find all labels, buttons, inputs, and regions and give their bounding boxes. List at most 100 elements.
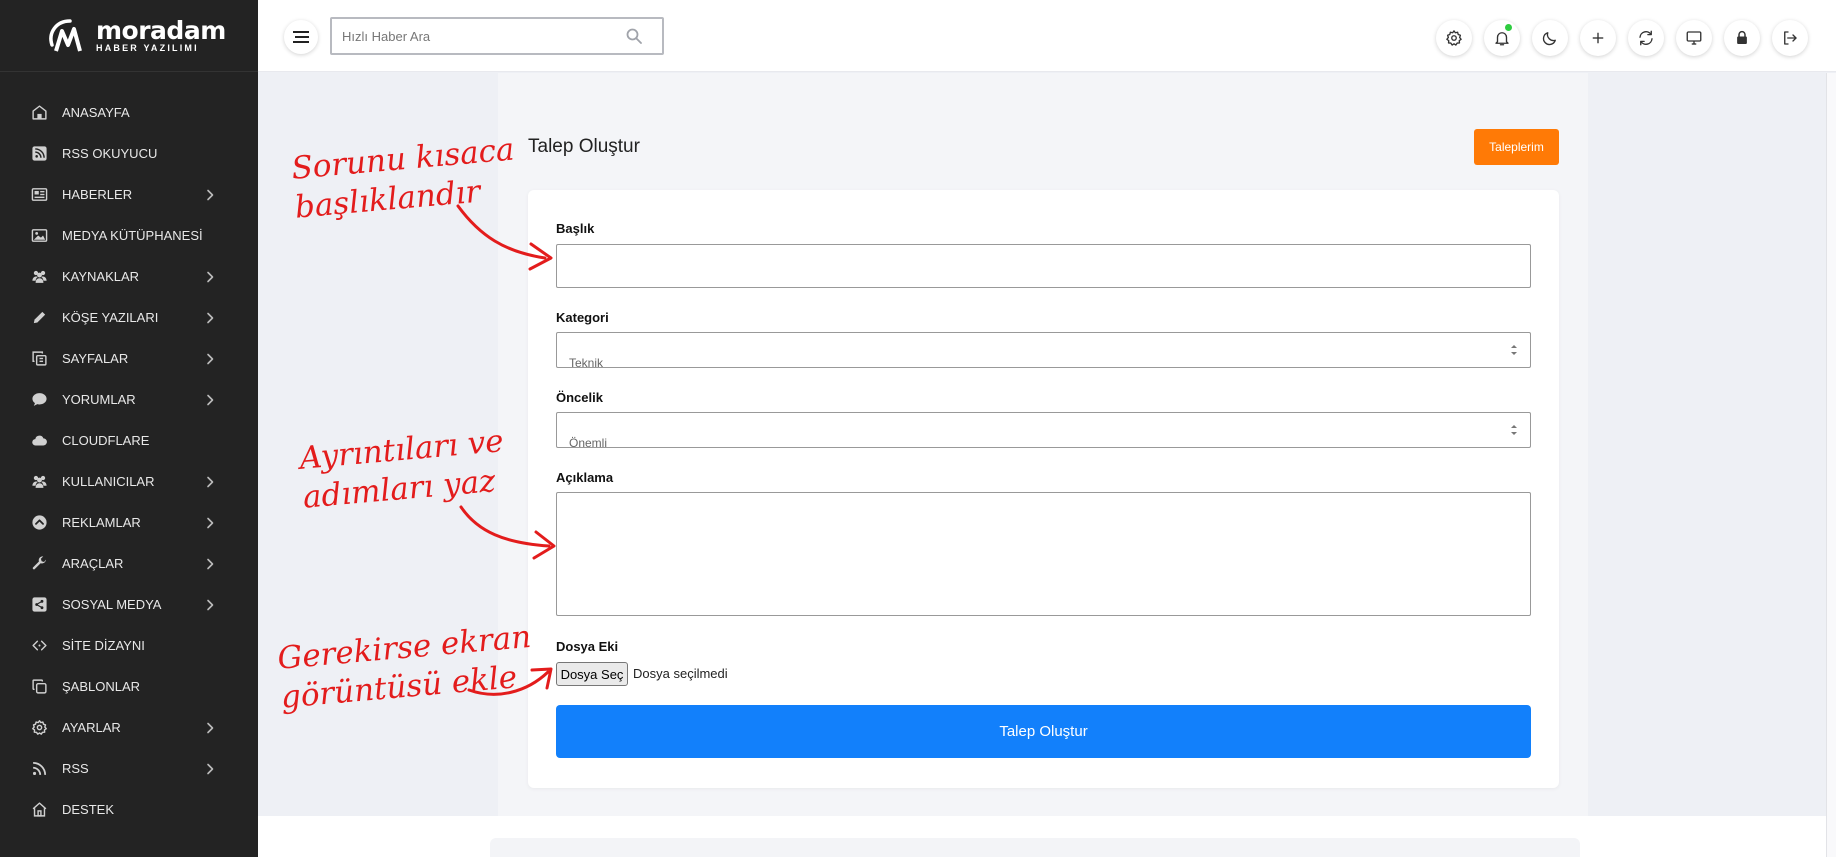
newspaper-icon xyxy=(30,186,48,204)
users-icon xyxy=(30,268,48,286)
lock-button[interactable] xyxy=(1724,20,1760,56)
topbar-actions xyxy=(1424,20,1808,56)
sidebar-item-label: DESTEK xyxy=(62,802,115,817)
plus-icon xyxy=(1592,32,1604,44)
notifications-button[interactable] xyxy=(1484,20,1520,56)
settings-button[interactable] xyxy=(1436,20,1472,56)
sidebar-item-destek[interactable]: DESTEK xyxy=(0,789,258,830)
users-icon xyxy=(30,473,48,491)
sidebar-item-anasayfa[interactable]: ANASAYFA xyxy=(0,92,258,133)
submit-request-button[interactable]: Talep Oluştur xyxy=(556,705,1531,758)
pencil-icon xyxy=(30,309,48,327)
category-selected-value: Teknik xyxy=(569,356,604,368)
choose-file-button[interactable]: Dosya Seç xyxy=(556,662,628,686)
sidebar-item-ara-lar[interactable]: ARAÇLAR xyxy=(0,543,258,584)
sidebar-item-si-te-di-zayni[interactable]: SİTE DİZAYNI xyxy=(0,625,258,666)
sidebar-item-label: SOSYAL MEDYA xyxy=(62,597,162,612)
sidebar-item-label: HABERLER xyxy=(62,187,133,202)
dark-mode-button[interactable] xyxy=(1532,20,1568,56)
sidebar-item-label: SAYFALAR xyxy=(62,351,129,366)
sidebar-item-reklamlar[interactable]: REKLAMLAR xyxy=(0,502,258,543)
description-textarea[interactable] xyxy=(557,493,1530,615)
sidebar-nav: ANASAYFA RSS OKUYUCU HABERLER MEDYA KÜTÜPHA… xyxy=(0,92,258,830)
file-status-text: Dosya seçilmedi xyxy=(633,666,728,681)
hamburger-icon xyxy=(293,31,309,43)
chevron-right-icon xyxy=(207,517,214,528)
sidebar-item-k-e-yazilari[interactable]: KÖŞE YAZILARI xyxy=(0,297,258,338)
chevron-right-icon xyxy=(207,189,214,200)
code-icon xyxy=(30,637,48,655)
sidebar-item-kaynaklar[interactable]: KAYNAKLAR xyxy=(0,256,258,297)
description-hint-annotation: Ayrıntıları ve adımları yaz xyxy=(298,422,509,518)
sidebar-item-label: KAYNAKLAR xyxy=(62,269,140,284)
quick-search xyxy=(330,17,664,55)
attachment-label: Dosya Eki xyxy=(556,639,619,654)
add-button[interactable] xyxy=(1580,20,1616,56)
image-icon xyxy=(30,227,48,245)
sidebar-item-label: REKLAMLAR xyxy=(62,515,141,530)
chevron-right-icon xyxy=(207,599,214,610)
comment-icon xyxy=(30,391,48,409)
sidebar-item-label: KÖŞE YAZILARI xyxy=(62,310,159,325)
select-arrows-icon xyxy=(1511,345,1517,355)
page-scrollbar[interactable] xyxy=(1826,73,1836,857)
sidebar-item-kullanicilar[interactable]: KULLANICILAR xyxy=(0,461,258,502)
home-outline-icon xyxy=(30,801,48,819)
sidebar-item-haberler[interactable]: HABERLER xyxy=(0,174,258,215)
my-requests-button[interactable]: Taleplerim xyxy=(1474,129,1559,165)
sidebar-item-ablonlar[interactable]: ŞABLONLAR xyxy=(0,666,258,707)
home-icon xyxy=(30,104,48,122)
sidebar-item-label: RSS xyxy=(62,761,89,776)
title-input[interactable] xyxy=(557,245,1530,287)
sidebar-item-medya-k-t-phanesi[interactable]: MEDYA KÜTÜPHANESİ xyxy=(0,215,258,256)
search-icon[interactable] xyxy=(626,28,642,44)
logout-button[interactable] xyxy=(1772,20,1808,56)
sidebar-item-label: AYARLAR xyxy=(62,720,121,735)
chevron-right-icon xyxy=(207,558,214,569)
priority-selected-value: Önemli xyxy=(569,436,608,448)
rss-icon xyxy=(30,760,48,778)
view-site-button[interactable] xyxy=(1676,20,1712,56)
sidebar-item-label: KULLANICILAR xyxy=(62,474,155,489)
sidebar: moradam HABER YAZILIMI ANASAYFA RSS OKUYU… xyxy=(0,0,258,857)
sidebar-item-label: RSS OKUYUCU xyxy=(62,146,158,161)
copy-icon xyxy=(30,350,48,368)
priority-select[interactable]: Önemli xyxy=(556,412,1531,448)
lock-icon xyxy=(1737,30,1747,44)
priority-label: Öncelik xyxy=(556,390,603,405)
sidebar-item-rss-okuyucu[interactable]: RSS OKUYUCU xyxy=(0,133,258,174)
sidebar-item-label: SİTE DİZAYNI xyxy=(62,638,145,653)
chevron-right-icon xyxy=(207,353,214,364)
sidebar-item-sayfalar[interactable]: SAYFALAR xyxy=(0,338,258,379)
cloud-icon xyxy=(30,432,48,450)
page-title: Talep Oluştur xyxy=(528,136,640,157)
logout-icon xyxy=(1784,31,1797,45)
title-label: Başlık xyxy=(556,221,595,236)
description-label: Açıklama xyxy=(556,470,614,485)
share-icon xyxy=(30,596,48,614)
sidebar-item-ayarlar[interactable]: AYARLAR xyxy=(0,707,258,748)
category-label: Kategori xyxy=(556,310,609,325)
sidebar-item-cloudflare[interactable]: CLOUDFLARE xyxy=(0,420,258,461)
search-input[interactable] xyxy=(332,19,612,53)
sidebar-item-label: ANASAYFA xyxy=(62,105,130,120)
monitor-icon xyxy=(1686,31,1702,45)
brand-logo[interactable]: moradam HABER YAZILIMI xyxy=(0,0,258,72)
description-field xyxy=(556,492,1531,616)
sidebar-item-rss[interactable]: RSS xyxy=(0,748,258,789)
brand-subtitle: HABER YAZILIMI xyxy=(96,43,199,53)
menu-toggle-button[interactable] xyxy=(284,20,318,54)
category-select[interactable]: Teknik xyxy=(556,332,1531,368)
refresh-button[interactable] xyxy=(1628,20,1664,56)
sidebar-item-label: CLOUDFLARE xyxy=(62,433,150,448)
gear-icon xyxy=(30,719,48,737)
moon-icon xyxy=(1542,32,1556,46)
clone-icon xyxy=(30,678,48,696)
footer-card xyxy=(490,838,1580,857)
sidebar-item-sosyal-medya[interactable]: SOSYAL MEDYA xyxy=(0,584,258,625)
chevron-right-icon xyxy=(207,722,214,733)
sidebar-item-yorumlar[interactable]: YORUMLAR xyxy=(0,379,258,420)
ad-circle-icon xyxy=(30,514,48,532)
refresh-icon xyxy=(1639,30,1653,46)
brand-name: moradam xyxy=(96,16,226,45)
